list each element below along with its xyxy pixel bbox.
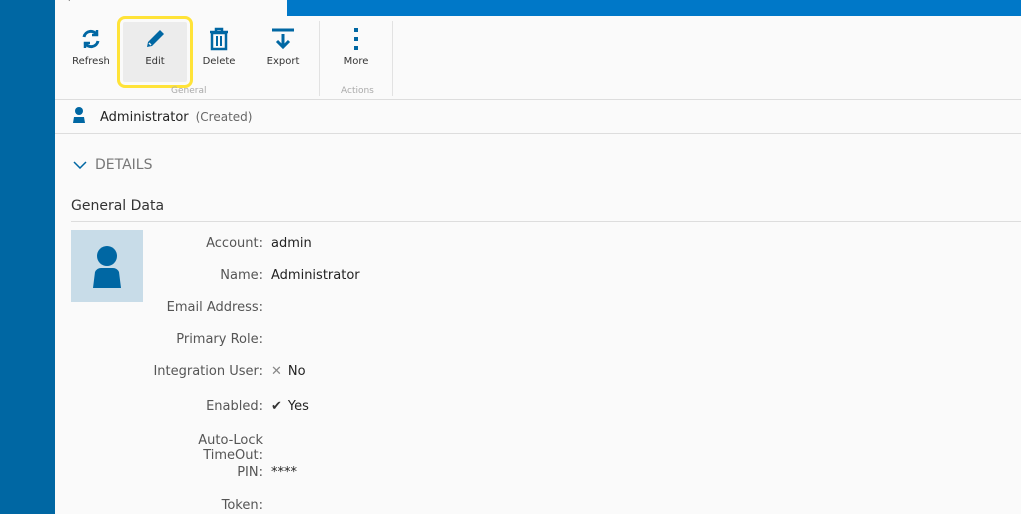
field-value: **** xyxy=(271,465,297,480)
field-pin: PIN: **** xyxy=(143,465,543,480)
details-title: DETAILS xyxy=(95,157,153,173)
x-icon: ✕ xyxy=(271,364,282,379)
field-token: Token: xyxy=(143,498,543,513)
divider xyxy=(319,21,320,96)
top-bar xyxy=(287,0,1021,16)
app-sidebar xyxy=(0,0,55,514)
user-avatar-icon xyxy=(93,246,121,288)
divider xyxy=(392,21,393,96)
field-email: Email Address: xyxy=(143,300,543,315)
field-label: Token: xyxy=(221,498,263,513)
back-chevron-icon[interactable]: ‹ xyxy=(66,0,71,5)
group-general-label: General xyxy=(171,86,207,96)
group-actions-label: Actions xyxy=(341,86,374,96)
avatar xyxy=(71,230,143,302)
field-label: PIN: xyxy=(237,465,263,480)
field-value: admin xyxy=(271,236,312,251)
refresh-button[interactable]: Refresh xyxy=(59,22,123,82)
export-label: Export xyxy=(266,56,300,67)
edit-label: Edit xyxy=(145,56,165,67)
pencil-icon xyxy=(123,22,187,56)
field-label: Auto-Lock TimeOut: xyxy=(198,433,263,463)
field-label: Primary Role: xyxy=(176,332,263,347)
edit-button[interactable]: Edit xyxy=(117,16,193,88)
field-name: Name: Administrator xyxy=(143,268,543,283)
field-label: Integration User: xyxy=(153,364,263,379)
field-value: Administrator xyxy=(271,268,360,283)
record-header: Administrator (Created) xyxy=(55,101,1021,134)
field-value: Yes xyxy=(287,399,309,414)
field-auto-lock-timeout: Auto-Lock TimeOut: xyxy=(143,433,543,463)
chevron-down-icon xyxy=(73,157,87,173)
field-primary-role: Primary Role: xyxy=(143,332,543,347)
check-icon: ✔ xyxy=(271,399,282,414)
field-label: Name: xyxy=(220,268,263,283)
general-data-heading: General Data xyxy=(71,198,165,214)
divider xyxy=(71,221,1021,222)
field-value: No xyxy=(287,364,306,379)
export-icon xyxy=(251,22,315,56)
field-label: Enabled: xyxy=(206,399,263,414)
export-button[interactable]: Export xyxy=(251,22,315,82)
more-button[interactable]: More xyxy=(324,22,388,82)
trash-icon xyxy=(187,22,251,56)
field-label: Account: xyxy=(206,236,263,251)
field-label: Email Address: xyxy=(166,300,263,315)
refresh-label: Refresh xyxy=(72,56,110,67)
ribbon-toolbar: Refresh Edit Delete Export General More … xyxy=(55,16,1021,100)
more-label: More xyxy=(343,56,369,67)
field-account: Account: admin xyxy=(143,236,543,251)
field-integration-user: Integration User: ✕ No xyxy=(143,364,543,379)
details-section-toggle[interactable]: DETAILS xyxy=(73,157,152,173)
record-name: Administrator xyxy=(100,109,189,125)
delete-button[interactable]: Delete xyxy=(187,22,251,82)
refresh-icon xyxy=(59,22,123,56)
more-vertical-icon xyxy=(324,22,388,56)
user-icon xyxy=(72,107,86,127)
delete-label: Delete xyxy=(202,56,236,67)
field-enabled: Enabled: ✔ Yes xyxy=(143,399,543,414)
record-status: (Created) xyxy=(195,110,253,124)
